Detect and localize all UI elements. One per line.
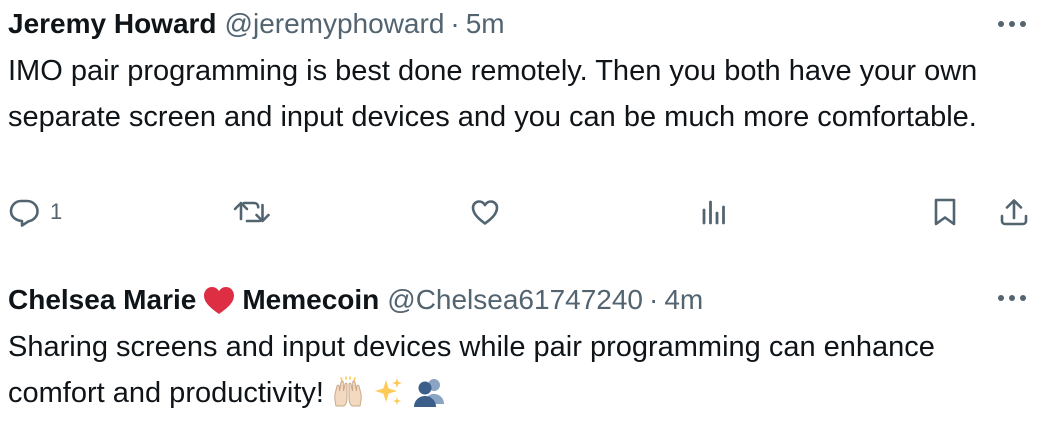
tweet-text: IMO pair programming is best done remote…	[8, 55, 978, 133]
retweet-button[interactable]	[232, 190, 272, 234]
busts-icon	[412, 376, 446, 422]
timestamp[interactable]: 5m	[466, 4, 505, 44]
like-button[interactable]	[469, 190, 501, 234]
retweet-icon	[232, 196, 272, 228]
more-options-icon[interactable]	[994, 10, 1030, 38]
heart-icon	[202, 285, 236, 315]
reply-icon	[8, 196, 40, 228]
reply-button[interactable]: 1	[8, 190, 62, 234]
views-button[interactable]	[700, 190, 730, 234]
author-name[interactable]: Jeremy Howard	[8, 4, 217, 44]
more-options-icon[interactable]	[994, 284, 1030, 312]
reply-count: 1	[50, 199, 63, 224]
sparkles-icon	[372, 376, 404, 422]
share-button[interactable]	[998, 190, 1030, 234]
author-handle[interactable]: @Chelsea61747240	[387, 280, 643, 320]
separator-dot: ·	[649, 284, 659, 315]
share-icon	[998, 196, 1030, 228]
separator-dot: ·	[450, 8, 460, 39]
tweet-text: Sharing screens and input devices while …	[8, 331, 935, 409]
tweet-text-container: Sharing screens and input devices while …	[8, 324, 1038, 422]
views-icon	[700, 196, 730, 228]
bookmark-icon	[930, 196, 960, 228]
raised-hands-icon	[332, 376, 364, 422]
author-name-part2[interactable]: Memecoin	[242, 280, 379, 320]
tweet-header: Chelsea Marie Memecoin @Chelsea61747240 …	[8, 280, 703, 320]
tweet[interactable]: Chelsea Marie Memecoin @Chelsea61747240 …	[0, 270, 1050, 412]
like-icon	[469, 196, 501, 228]
bookmark-button[interactable]	[930, 190, 960, 234]
tweet-header: Jeremy Howard @jeremyphoward · 5m	[8, 4, 505, 44]
author-handle[interactable]: @jeremyphoward	[225, 4, 445, 44]
tweet[interactable]: Jeremy Howard @jeremyphoward · 5m IMO pa…	[0, 0, 1050, 244]
author-name-part1[interactable]: Chelsea Marie	[8, 280, 196, 320]
tweet-actions: 1	[0, 190, 1050, 234]
timestamp[interactable]: 4m	[664, 280, 703, 320]
